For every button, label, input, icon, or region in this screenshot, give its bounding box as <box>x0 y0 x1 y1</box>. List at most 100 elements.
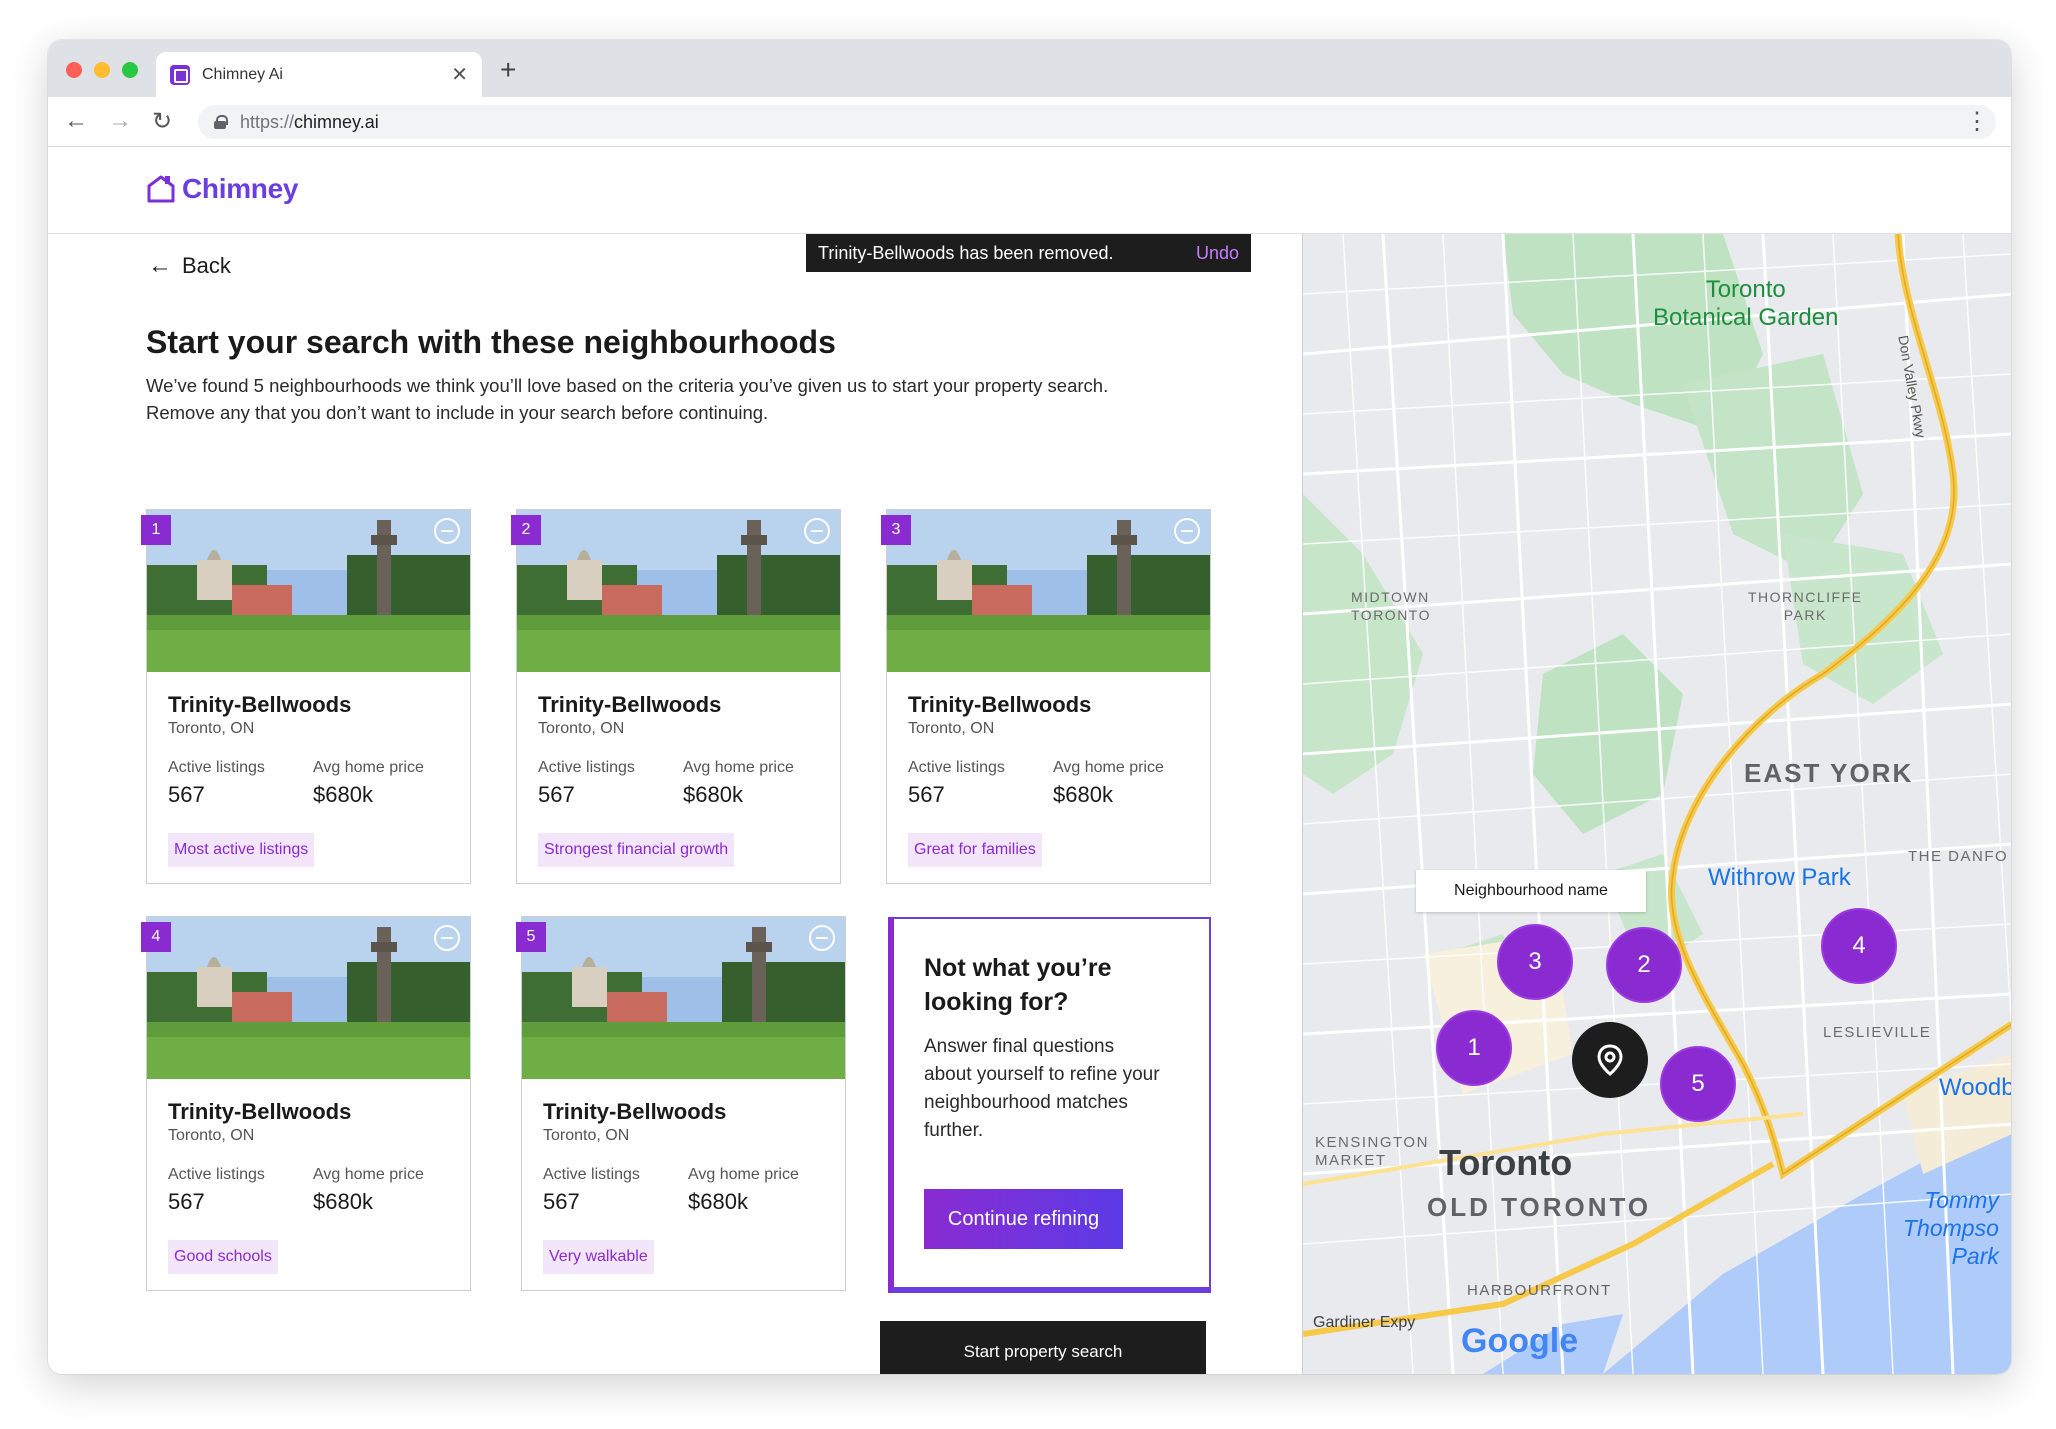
map-label-text: THORNCLIFFE <box>1748 589 1863 605</box>
main-content: ← Back Trinity-Bellwoods has been remove… <box>48 234 1302 1374</box>
map-pin-5[interactable]: 5 <box>1660 1046 1736 1122</box>
card-name: Trinity-Bellwoods <box>538 692 722 717</box>
google-logo: Google <box>1461 1322 1579 1360</box>
neighbourhood-card[interactable]: 3 Trinity-Bellwoods Toronto, ON Active l… <box>881 509 1211 884</box>
browser-window: Chimney Ai ✕ + ← → ↻ https://chimney.ai … <box>48 40 2011 1374</box>
arrow-left-icon: ← <box>148 252 172 279</box>
map[interactable]: Toronto Botanical Garden Don Valley Pkwy… <box>1302 234 2011 1374</box>
kebab-menu-icon[interactable]: ⋮ <box>1965 107 1989 136</box>
card-location: Toronto, ON <box>543 1127 630 1144</box>
listings-label: Active listings <box>168 1166 265 1183</box>
map-label-east-york: EAST YORK <box>1744 758 1914 788</box>
tab-title: Chimney Ai <box>202 65 283 83</box>
map-pin-1[interactable]: 1 <box>1436 1010 1512 1086</box>
map-label-text: Toronto <box>1705 276 1786 303</box>
map-label-danforth: THE DANFO <box>1908 848 2009 865</box>
remove-circle-icon[interactable] <box>434 925 460 951</box>
map-label-withrow: Withrow Park <box>1708 864 1851 891</box>
map-pin-2[interactable]: 2 <box>1606 927 1682 1003</box>
map-label-harbourfront: HARBOURFRONT <box>1467 1282 1612 1299</box>
page-title: Start your search with these neighbourho… <box>146 324 836 360</box>
card-location: Toronto, ON <box>908 720 995 737</box>
card-name: Trinity-Bellwoods <box>543 1099 727 1124</box>
neighbourhood-photo <box>147 917 470 1079</box>
map-label-text: Thompso <box>1903 1215 1999 1241</box>
map-label-text: PARK <box>1783 607 1827 623</box>
logo-text: Chimney <box>182 173 299 204</box>
neighbourhood-photo <box>517 510 840 672</box>
card-number-badge: 5 <box>516 922 546 952</box>
page-description: We’ve found 5 neighbourhoods we think yo… <box>146 375 1109 423</box>
map-label-old-toronto: OLD TORONTO <box>1427 1192 1652 1222</box>
refine-title: Not what you’re looking for? <box>924 954 1112 1016</box>
browser-tab[interactable]: Chimney Ai ✕ <box>156 52 482 97</box>
close-icon[interactable]: ✕ <box>451 62 468 87</box>
neighbourhood-card[interactable]: 5 Trinity-Bellwoods Toronto, ON Active l… <box>516 916 846 1291</box>
refine-text: Answer final questions about yourself to… <box>924 1036 1160 1141</box>
listings-value: 567 <box>908 782 945 807</box>
remove-circle-icon[interactable] <box>809 925 835 951</box>
price-value: $680k <box>1053 782 1113 807</box>
chimney-favicon-icon <box>170 64 190 85</box>
url-text: https://chimney.ai <box>240 112 379 133</box>
new-tab-plus-icon[interactable]: + <box>500 54 516 86</box>
browser-tabbar: Chimney Ai ✕ + <box>48 40 2011 97</box>
maximize-window-button[interactable] <box>122 62 138 78</box>
card-tag: Very walkable <box>543 1240 654 1274</box>
remove-circle-icon[interactable] <box>434 518 460 544</box>
price-label: Avg home price <box>683 759 794 776</box>
card-tag: Most active listings <box>168 833 315 867</box>
listings-value: 567 <box>538 782 575 807</box>
back-arrow-icon[interactable]: ← <box>64 107 88 135</box>
price-label: Avg home price <box>313 759 424 776</box>
map-label-text: KENSINGTON <box>1315 1134 1429 1151</box>
listings-label: Active listings <box>543 1166 640 1183</box>
map-label-text: TORONTO <box>1351 607 1431 623</box>
removal-toast: Trinity-Bellwoods has been removed. Undo <box>806 234 1251 272</box>
map-tooltip: Neighbourhood name <box>1416 870 1646 912</box>
url-host: chimney.ai <box>294 111 379 132</box>
price-label: Avg home price <box>688 1166 799 1183</box>
listings-label: Active listings <box>168 759 265 776</box>
listings-value: 567 <box>168 1189 205 1214</box>
neighbourhood-card[interactable]: 2 Trinity-Bellwoods Toronto, ON Active l… <box>511 509 841 884</box>
map-pin-3[interactable]: 3 <box>1497 924 1573 1000</box>
remove-circle-icon[interactable] <box>1174 518 1200 544</box>
house-logo-icon <box>147 175 175 203</box>
reload-icon[interactable]: ↻ <box>152 107 172 136</box>
browser-toolbar: ← → ↻ https://chimney.ai ⋮ <box>48 97 2011 147</box>
card-tag: Good schools <box>168 1240 278 1274</box>
current-location-pin[interactable] <box>1572 1022 1648 1098</box>
close-window-button[interactable] <box>66 62 82 78</box>
refine-card: Not what you’re looking for? Answer fina… <box>888 917 1211 1293</box>
back-button[interactable]: ← Back <box>148 252 231 280</box>
forward-arrow-icon[interactable]: → <box>108 107 132 135</box>
price-value: $680k <box>313 1189 373 1214</box>
minimize-window-button[interactable] <box>94 62 110 78</box>
map-pin-4[interactable]: 4 <box>1821 908 1897 984</box>
url-field[interactable]: https://chimney.ai <box>198 105 1996 139</box>
chimney-logo[interactable]: Chimney <box>146 173 298 205</box>
card-number-badge: 2 <box>511 515 541 545</box>
card-location: Toronto, ON <box>538 720 625 737</box>
back-label: Back <box>182 253 231 278</box>
start-property-search-button[interactable]: Start property search <box>880 1321 1206 1374</box>
map-label-kensington: KENSINGTON MARKET <box>1315 1134 1429 1170</box>
map-label-text: MIDTOWN <box>1351 589 1430 605</box>
map-label-botanical: Toronto Botanical Garden <box>1653 276 1838 332</box>
map-label-woodbine: Woodbi <box>1939 1074 2011 1101</box>
continue-refining-button[interactable]: Continue refining <box>924 1189 1123 1249</box>
remove-circle-icon[interactable] <box>804 518 830 544</box>
price-value: $680k <box>683 782 743 807</box>
undo-button[interactable]: Undo <box>1196 243 1239 264</box>
window-controls <box>66 62 138 78</box>
neighbourhood-card[interactable]: 1 Trinity-Bellwoods Toronto, ON Active l… <box>141 509 471 884</box>
neighbourhood-photo <box>147 510 470 672</box>
map-label-leslieville: LESLIEVILLE <box>1823 1024 1932 1041</box>
map-label-toronto: Toronto <box>1439 1142 1573 1183</box>
card-tag: Strongest financial growth <box>538 833 735 867</box>
neighbourhood-card[interactable]: 4 Trinity-Bellwoods Toronto, ON Active l… <box>141 916 471 1291</box>
lock-icon <box>214 115 228 129</box>
card-location: Toronto, ON <box>168 720 255 737</box>
map-label-text: Park <box>1951 1243 1999 1269</box>
